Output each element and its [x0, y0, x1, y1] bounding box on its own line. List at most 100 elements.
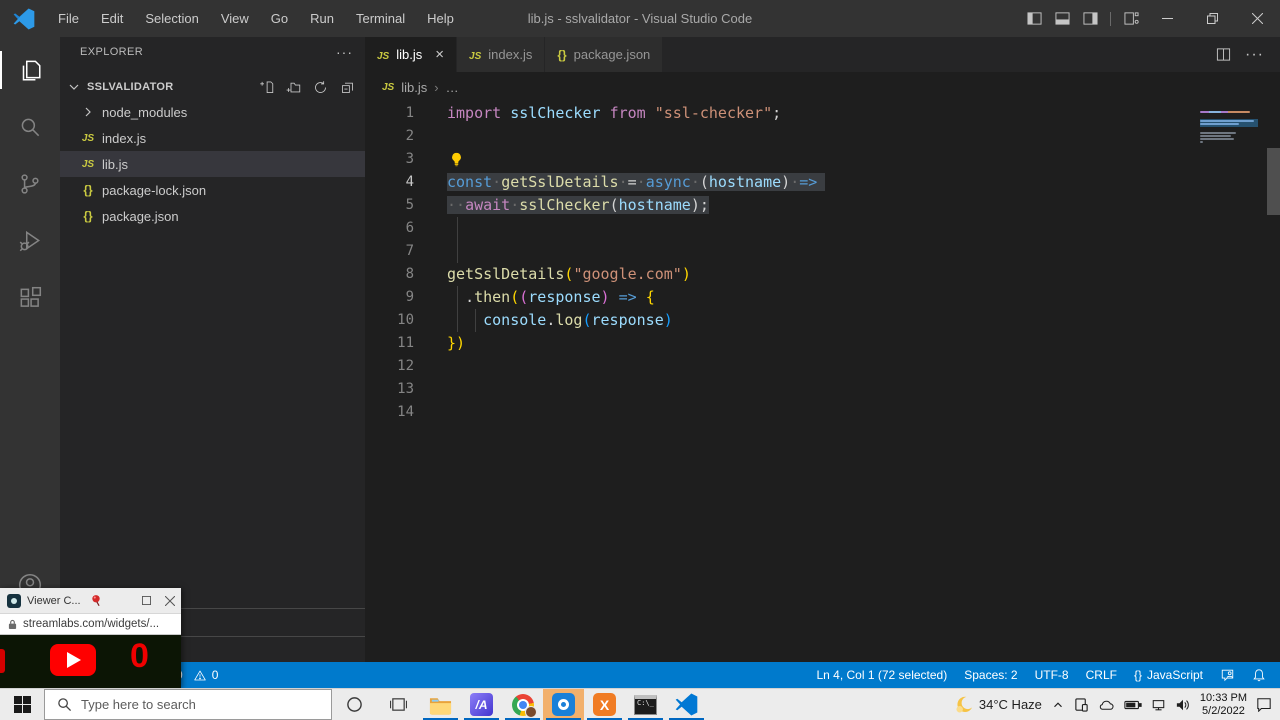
split-editor-icon[interactable] — [1216, 47, 1231, 62]
minimap-line — [1200, 111, 1250, 113]
cursor-position[interactable]: Ln 4, Col 1 (72 selected) — [816, 668, 947, 682]
code-line-12[interactable] — [447, 355, 1280, 378]
toggle-secondary-sidebar-icon[interactable] — [1076, 0, 1104, 37]
editor-scrollbar[interactable] — [1267, 148, 1280, 215]
breadcrumb[interactable]: JS lib.js › … — [365, 72, 1280, 102]
taskbar-app-file-explorer[interactable] — [420, 689, 461, 720]
widget-address-bar[interactable]: streamlabs.com/widgets/... — [0, 613, 181, 635]
folder-section-header[interactable]: SSLVALIDATOR — [60, 75, 365, 99]
breadcrumb-file[interactable]: lib.js — [401, 80, 427, 95]
close-button[interactable] — [1235, 0, 1280, 37]
breadcrumb-more[interactable]: … — [446, 80, 459, 95]
taskbar-app-streamlabs[interactable] — [543, 689, 584, 720]
js-icon: JS — [469, 47, 481, 62]
file-item-index.js[interactable]: JSindex.js — [60, 125, 365, 151]
menu-item-view[interactable]: View — [210, 0, 260, 37]
widget-title: Viewer C... — [27, 595, 81, 607]
lock-icon — [8, 619, 17, 630]
viewer-count-widget-window[interactable]: Viewer C... streamlabs.com/widgets/... 0 — [0, 588, 181, 688]
extensions-icon — [17, 285, 43, 311]
menu-item-help[interactable]: Help — [416, 0, 465, 37]
phone-link-icon[interactable] — [1074, 697, 1089, 712]
tray-expand-icon[interactable] — [1051, 698, 1065, 712]
code-line-5[interactable]: ··await·sslChecker(hostname); — [447, 194, 1280, 217]
code-line-2[interactable] — [447, 125, 1280, 148]
weather-widget[interactable]: 34°C Haze — [954, 695, 1042, 714]
toggle-panel-icon[interactable] — [1048, 0, 1076, 37]
taskbar-app-xampp[interactable]: X — [584, 689, 625, 720]
new-file-icon[interactable] — [259, 80, 274, 95]
more-actions-icon[interactable]: ··· — [1245, 46, 1264, 64]
onedrive-cloud-icon[interactable] — [1098, 698, 1115, 712]
file-item-package.json[interactable]: {}package.json — [60, 203, 365, 229]
customize-layout-icon[interactable] — [1117, 0, 1145, 37]
restore-button[interactable] — [1190, 0, 1235, 37]
code-line-10[interactable]: console.log(response) — [447, 309, 1280, 332]
code-line-1[interactable]: import sslChecker from "ssl-checker"; — [447, 102, 1280, 125]
action-center-icon[interactable] — [1256, 697, 1272, 712]
tab-lib.js[interactable]: JSlib.js× — [365, 37, 457, 72]
code-line-11[interactable]: }) — [447, 332, 1280, 355]
widget-close-icon[interactable] — [165, 596, 175, 606]
menu-item-file[interactable]: File — [47, 0, 90, 37]
toggle-sidebar-icon[interactable] — [1020, 0, 1048, 37]
file-item-node_modules[interactable]: node_modules — [60, 99, 365, 125]
cortana-button[interactable] — [332, 689, 376, 720]
refresh-icon[interactable] — [313, 80, 328, 95]
menu-item-edit[interactable]: Edit — [90, 0, 134, 37]
activity-explorer[interactable] — [0, 45, 60, 95]
taskbar-app-vscode[interactable] — [666, 689, 707, 720]
code-line-8[interactable]: getSslDetails("google.com") — [447, 263, 1280, 286]
eol-sequence[interactable]: CRLF — [1086, 668, 1117, 682]
task-view-button[interactable] — [376, 689, 420, 720]
lightbulb-icon[interactable] — [449, 152, 464, 167]
volume-icon[interactable] — [1175, 698, 1191, 712]
widget-url[interactable]: streamlabs.com/widgets/... — [23, 618, 159, 630]
language-mode[interactable]: {} JavaScript — [1134, 668, 1203, 682]
chevron-right-icon — [78, 104, 98, 120]
tab-package.json[interactable]: {}package.json — [545, 37, 663, 72]
file-item-lib.js[interactable]: JSlib.js — [60, 151, 365, 177]
indentation[interactable]: Spaces: 2 — [964, 668, 1017, 682]
code-line-4[interactable]: const·getSslDetails·=·async·(hostname)·=… — [447, 171, 1280, 194]
file-item-package-lock.json[interactable]: {}package-lock.json — [60, 177, 365, 203]
menu-item-terminal[interactable]: Terminal — [345, 0, 416, 37]
code-line-7[interactable] — [447, 240, 1280, 263]
code-line-13[interactable] — [447, 378, 1280, 401]
battery-icon[interactable] — [1124, 699, 1142, 711]
taskbar-app-app-slash-a[interactable]: /A — [461, 689, 502, 720]
new-folder-icon[interactable] — [286, 80, 301, 95]
taskbar-app-chrome[interactable] — [502, 689, 543, 720]
explorer-more-actions-icon[interactable]: ··· — [336, 44, 353, 60]
start-button[interactable] — [0, 689, 44, 720]
activity-search[interactable] — [0, 102, 60, 152]
activity-source-control[interactable] — [0, 159, 60, 209]
code-line-6[interactable] — [447, 217, 1280, 240]
widget-title-bar[interactable]: Viewer C... — [0, 588, 181, 613]
source-control-icon — [17, 171, 43, 197]
code-line-3[interactable] — [447, 148, 1280, 171]
menu-item-run[interactable]: Run — [299, 0, 345, 37]
code-editor[interactable]: 1234567891011121314 import sslChecker fr… — [365, 102, 1280, 662]
activity-extensions[interactable] — [0, 273, 60, 323]
notifications-bell-icon[interactable] — [1252, 668, 1266, 682]
activity-run-debug[interactable] — [0, 216, 60, 266]
taskbar-app-command-prompt[interactable]: C:\_ — [625, 689, 666, 720]
collapse-all-icon[interactable] — [340, 80, 355, 95]
code-line-9[interactable]: .then((response) => { — [447, 286, 1280, 309]
widget-maximize-icon[interactable] — [142, 596, 151, 605]
encoding[interactable]: UTF-8 — [1035, 668, 1069, 682]
taskbar-search[interactable]: Type here to search — [44, 689, 332, 720]
network-icon[interactable] — [1151, 698, 1166, 712]
code-line-14[interactable] — [447, 401, 1280, 424]
close-tab-icon[interactable]: × — [435, 46, 444, 63]
youtube-icon — [50, 644, 96, 676]
pin-icon[interactable] — [89, 593, 103, 608]
line-number: 13 — [365, 378, 414, 401]
menu-item-selection[interactable]: Selection — [134, 0, 209, 37]
minimize-button[interactable] — [1145, 0, 1190, 37]
tab-index.js[interactable]: JSindex.js — [457, 37, 545, 72]
clock[interactable]: 10:33 PM 5/2/2022 — [1200, 692, 1247, 718]
menu-item-go[interactable]: Go — [260, 0, 299, 37]
feedback-icon[interactable] — [1220, 668, 1235, 682]
